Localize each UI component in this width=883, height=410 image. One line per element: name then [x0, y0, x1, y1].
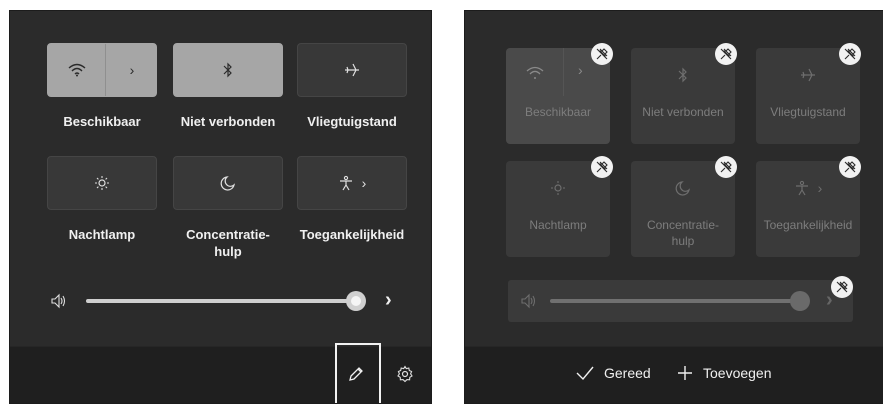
edit-footer: Gereed Toevoegen: [465, 346, 883, 403]
quick-settings-edit-panel: › Beschikbaar Niet verbonden Vliegtuigst…: [465, 11, 883, 403]
focus-assist-label-line1: Concentratie-: [646, 218, 720, 232]
add-label: Toevoegen: [703, 365, 772, 381]
unpin-icon[interactable]: [715, 156, 737, 178]
night-light-label: Nachtlamp: [529, 218, 587, 232]
accessibility-chevron-icon: ›: [817, 180, 823, 196]
wifi-icon: [526, 66, 544, 79]
bluetooth-icon: [678, 67, 687, 83]
audio-output-chevron-icon[interactable]: ›: [385, 289, 392, 312]
speaker-icon: [521, 293, 536, 309]
add-button[interactable]: Toevoegen: [677, 365, 772, 381]
bluetooth-label: Niet verbonden: [180, 114, 276, 129]
focus-assist-label-line1: Concentratie-: [186, 227, 270, 242]
wifi-icon: [48, 44, 105, 96]
focus-assist-label: Concentratie- hulp: [163, 226, 293, 260]
night-light-icon: [551, 181, 565, 195]
accessibility-icon: [339, 175, 352, 191]
airplane-icon: [345, 63, 359, 77]
accessibility-label: Toegankelijkheid: [763, 218, 853, 232]
volume-block-edit[interactable]: ›: [508, 280, 853, 322]
airplane-mode-label: Vliegtuigstand: [307, 114, 397, 129]
speaker-icon: [51, 293, 66, 309]
unpin-icon[interactable]: [839, 156, 861, 178]
night-light-icon: [95, 176, 109, 190]
volume-slider-thumb: [790, 291, 810, 311]
focus-assist-label: Concentratie- hulp: [631, 217, 735, 249]
bluetooth-tile[interactable]: [173, 43, 283, 97]
unpin-icon[interactable]: [831, 276, 853, 298]
checkmark-icon: [576, 366, 594, 381]
unpin-icon[interactable]: [839, 43, 861, 65]
done-button[interactable]: Gereed: [575, 365, 651, 381]
wifi-label: Beschikbaar: [524, 105, 592, 119]
wifi-label: Beschikbaar: [63, 114, 141, 129]
accessibility-tile[interactable]: ›: [297, 156, 407, 210]
accessibility-label: Toegankelijkheid: [299, 227, 405, 242]
gear-icon[interactable]: [396, 365, 414, 383]
airplane-mode-tile[interactable]: [297, 43, 407, 97]
wifi-expand-chevron-icon: ›: [578, 62, 583, 78]
done-label: Gereed: [604, 365, 651, 381]
airplane-icon: [801, 68, 815, 82]
tile-divider: [563, 48, 564, 96]
night-light-tile[interactable]: [47, 156, 157, 210]
focus-assist-tile[interactable]: [173, 156, 283, 210]
night-light-label: Nachtlamp: [68, 227, 136, 242]
moon-icon: [675, 181, 691, 196]
unpin-icon[interactable]: [591, 156, 613, 178]
volume-slider-track: [86, 299, 356, 303]
edit-highlight-box: [335, 343, 381, 403]
plus-icon: [678, 366, 692, 380]
bluetooth-icon: [223, 62, 232, 78]
quick-settings-panel: › Beschikbaar Niet verbonden Vliegtuigst…: [10, 11, 431, 403]
wifi-expand-chevron-icon[interactable]: ›: [106, 44, 158, 96]
volume-slider[interactable]: [86, 291, 366, 311]
focus-assist-label-line2: hulp: [214, 244, 242, 259]
volume-slider-track: [550, 299, 800, 303]
accessibility-icon: [795, 180, 808, 196]
accessibility-chevron-icon[interactable]: ›: [362, 175, 367, 191]
bluetooth-label: Niet verbonden: [642, 105, 724, 119]
moon-icon: [220, 176, 236, 191]
focus-assist-label-line2: hulp: [671, 234, 695, 248]
airplane-mode-label: Vliegtuigstand: [770, 105, 846, 119]
wifi-tile[interactable]: ›: [47, 43, 157, 97]
unpin-icon[interactable]: [715, 43, 737, 65]
unpin-icon[interactable]: [591, 43, 613, 65]
volume-slider-thumb[interactable]: [346, 291, 366, 311]
